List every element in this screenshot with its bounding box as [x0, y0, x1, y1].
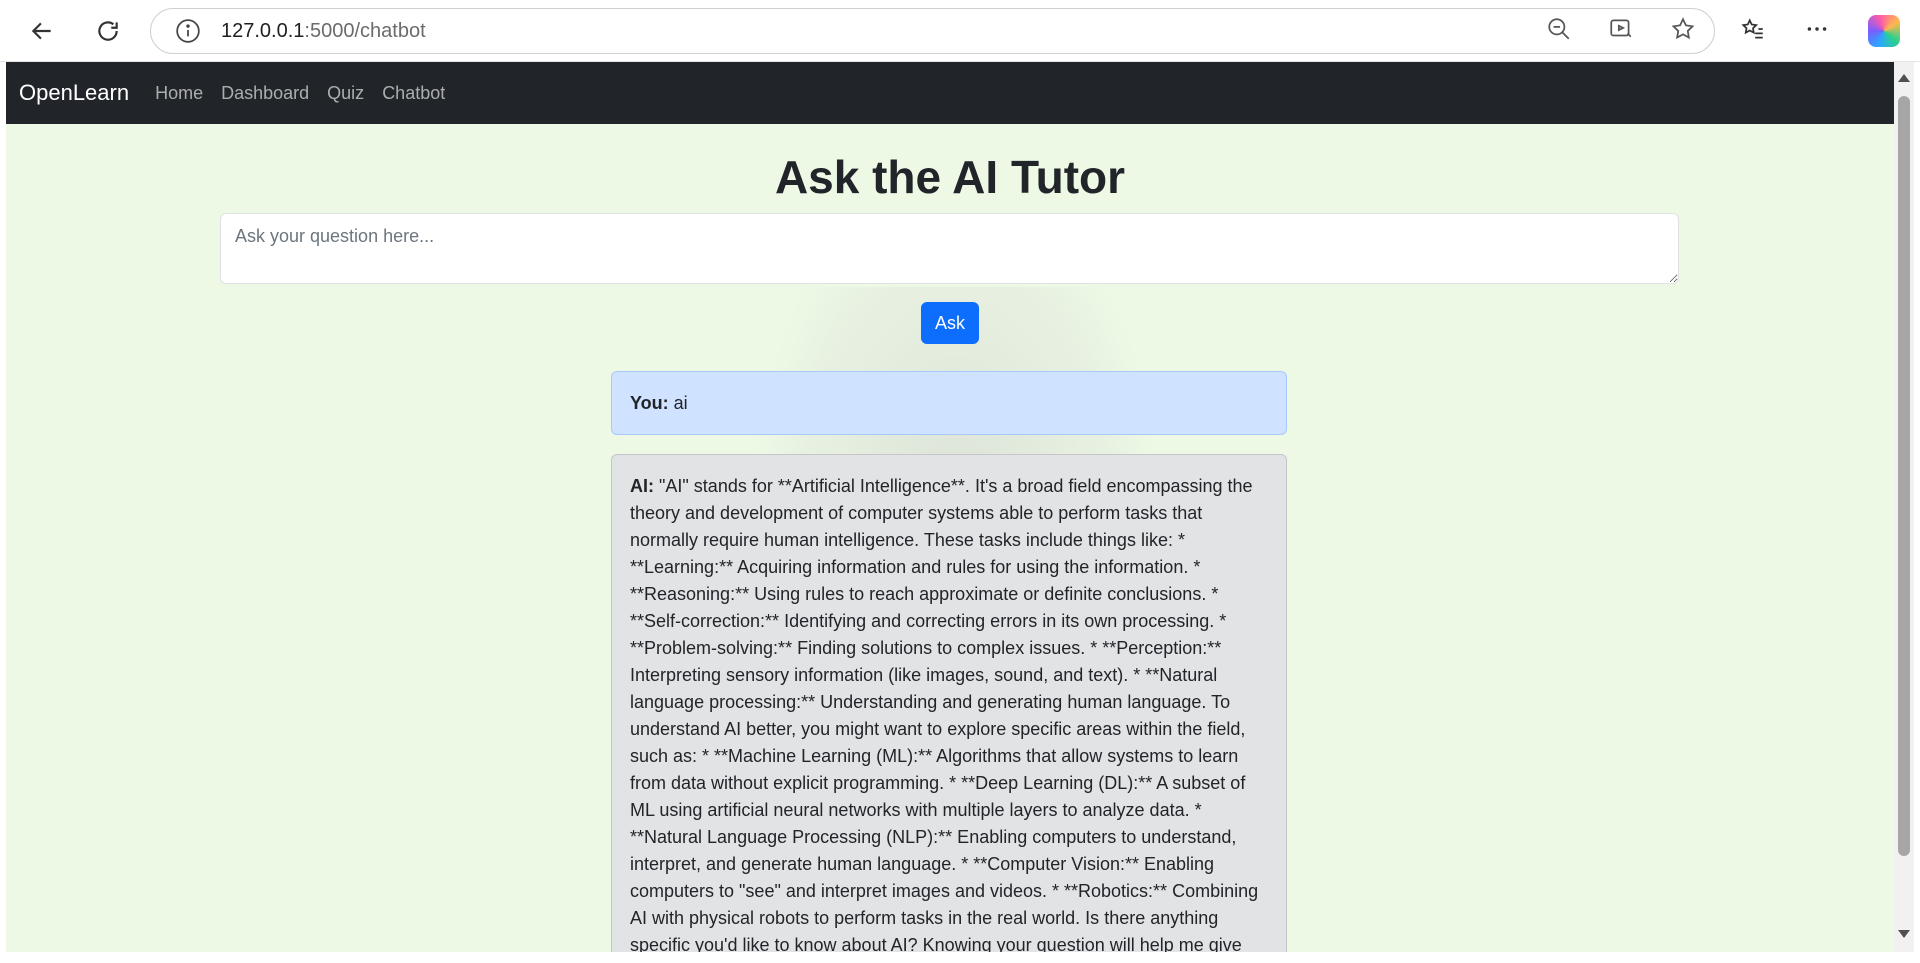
nav-link-home[interactable]: Home	[155, 83, 203, 104]
nav-link-quiz[interactable]: Quiz	[327, 83, 364, 104]
user-message: You: ai	[611, 371, 1287, 435]
page-viewport: OpenLearn Home Dashboard Quiz Chatbot As…	[6, 62, 1894, 952]
nav-link-dashboard[interactable]: Dashboard	[221, 83, 309, 104]
app-available-icon[interactable]	[1608, 16, 1634, 47]
ask-button[interactable]: Ask	[921, 302, 979, 344]
ai-message: AI: "AI" stands for **Artificial Intelli…	[611, 454, 1287, 952]
url-path: :5000/chatbot	[304, 19, 426, 42]
site-info-icon[interactable]	[175, 18, 201, 44]
top-navbar: OpenLearn Home Dashboard Quiz Chatbot	[6, 62, 1894, 124]
favorites-list-icon[interactable]	[1740, 16, 1766, 47]
question-input[interactable]	[220, 213, 1679, 284]
browser-toolbar: 127.0.0.1:5000/chatbot	[0, 0, 1920, 62]
scroll-up-icon[interactable]	[1898, 74, 1910, 82]
scroll-down-icon[interactable]	[1898, 930, 1910, 938]
page-scrollbar[interactable]	[1894, 62, 1914, 952]
favorite-star-icon[interactable]	[1670, 16, 1696, 47]
more-menu-icon[interactable]	[1804, 16, 1830, 47]
copilot-icon[interactable]	[1868, 15, 1900, 47]
back-arrow-icon	[31, 22, 51, 40]
url-text: 127.0.0.1:5000/chatbot	[221, 20, 426, 43]
user-message-label: You:	[630, 393, 669, 413]
nav-link-chatbot[interactable]: Chatbot	[382, 83, 445, 104]
zoom-out-icon[interactable]	[1546, 16, 1572, 47]
ai-message-label: AI:	[630, 476, 654, 496]
user-message-text: ai	[673, 393, 688, 413]
back-button[interactable]	[22, 12, 62, 50]
reload-button[interactable]	[88, 12, 128, 50]
brand-logo[interactable]: OpenLearn	[19, 80, 129, 106]
reload-icon	[98, 21, 118, 41]
url-host: 127.0.0.1	[221, 19, 305, 42]
scroll-thumb[interactable]	[1898, 96, 1910, 856]
address-bar[interactable]: 127.0.0.1:5000/chatbot	[150, 8, 1715, 54]
ai-message-text: "AI" stands for **Artificial Intelligenc…	[630, 476, 1259, 952]
page-title: Ask the AI Tutor	[774, 151, 1126, 203]
